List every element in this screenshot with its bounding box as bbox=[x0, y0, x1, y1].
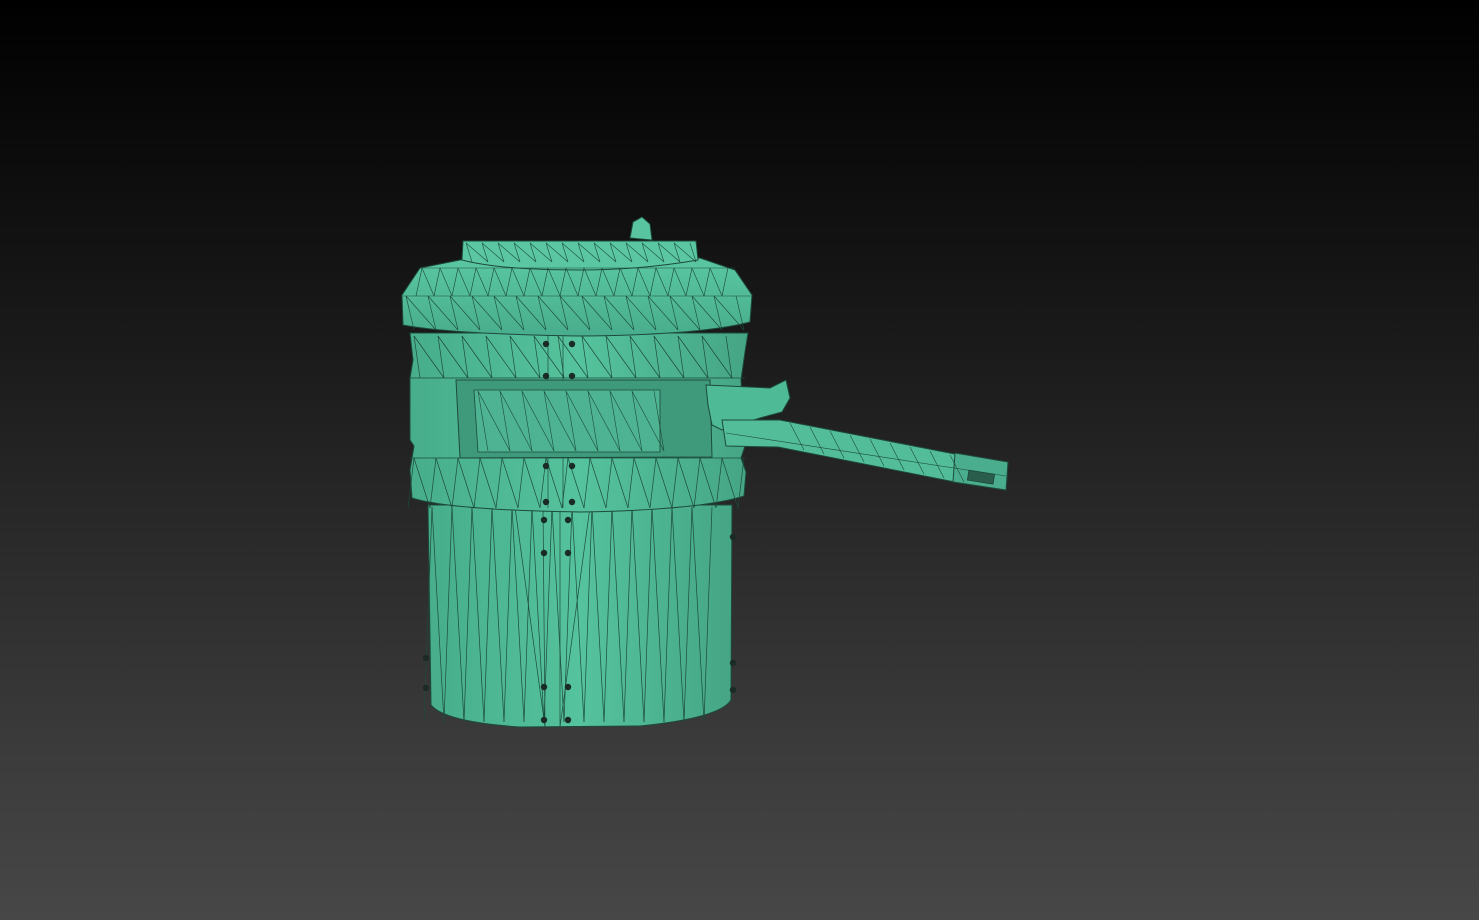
lower-cylinder bbox=[423, 504, 733, 728]
turret-cap bbox=[401, 216, 753, 337]
3d-viewport[interactable] bbox=[0, 0, 1479, 920]
turret-model[interactable] bbox=[0, 0, 1479, 920]
view-slot bbox=[455, 379, 713, 459]
gun-barrel bbox=[705, 379, 1009, 491]
